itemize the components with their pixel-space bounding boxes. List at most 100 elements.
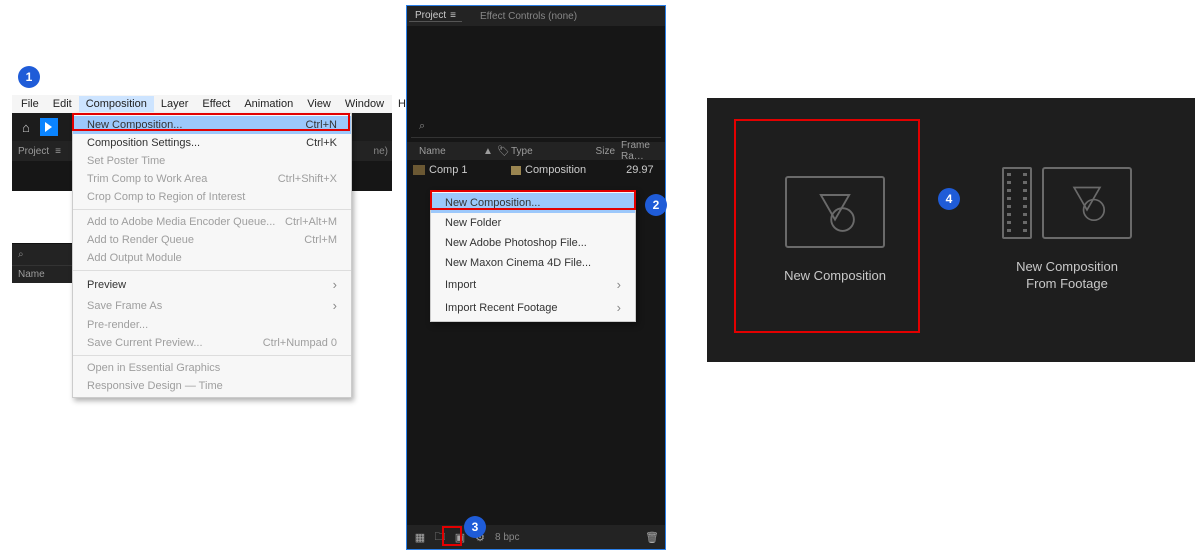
submenu-arrow-icon [617, 300, 621, 315]
ctx-import[interactable]: Import [431, 273, 635, 296]
label-line2: From Footage [1026, 276, 1108, 291]
menuitem-label: Crop Comp to Region of Interest [87, 191, 245, 203]
menu-file[interactable]: File [14, 96, 46, 112]
menuitem-shortcut: Ctrl+Numpad 0 [263, 337, 337, 349]
submenu-arrow-icon [333, 277, 337, 292]
menuitem-shortcut: Ctrl+K [306, 137, 337, 149]
menuitem-responsive-design: Responsive Design — Time [73, 377, 351, 395]
home-icon[interactable]: ⌂ [16, 118, 36, 137]
col-frame-rate[interactable]: Frame Ra… [615, 140, 659, 162]
new-composition-art [785, 176, 885, 248]
col-name[interactable]: Name [413, 146, 483, 157]
menu-composition[interactable]: Composition [79, 96, 154, 112]
panel-menu-icon[interactable]: ≡ [450, 10, 456, 21]
menuitem-label: Add Output Module [87, 252, 182, 264]
filmstrip-icon [1002, 167, 1032, 239]
project-column-header: Name ▲ 🏷 Type Size Frame Ra… [407, 142, 665, 160]
col-size[interactable]: Size [581, 146, 615, 157]
menuitem-label: Add to Adobe Media Encoder Queue... [87, 216, 275, 228]
menuitem-label: Import [445, 279, 476, 291]
step-badge-4: 4 [938, 188, 960, 210]
label-column-icon[interactable]: 🏷 [497, 146, 511, 157]
menuitem-new-composition[interactable]: New Composition... Ctrl+N [73, 116, 351, 134]
ctx-new-photoshop[interactable]: New Adobe Photoshop File... [431, 233, 635, 253]
menu-view[interactable]: View [300, 96, 338, 112]
menuitem-label: New Composition... [87, 119, 182, 131]
label-line1: New Composition [1016, 259, 1118, 274]
menuitem-label: Save Frame As [87, 300, 162, 312]
composition-dropdown: New Composition... Ctrl+N Composition Se… [72, 113, 352, 398]
project-thumbnail-area [407, 26, 665, 116]
tab-project[interactable]: Project [415, 10, 446, 21]
menu-animation[interactable]: Animation [237, 96, 300, 112]
panel-menu-icon[interactable]: ≡ [55, 146, 60, 157]
menuitem-label: Trim Comp to Work Area [87, 173, 207, 185]
menuitem-label: New Adobe Photoshop File... [445, 237, 587, 249]
menuitem-preview[interactable]: Preview [73, 274, 351, 295]
menu-layer[interactable]: Layer [154, 96, 196, 112]
menuitem-composition-settings[interactable]: Composition Settings... Ctrl+K [73, 134, 351, 152]
menu-effect[interactable]: Effect [195, 96, 237, 112]
menu-separator [73, 270, 351, 271]
menuitem-save-frame-as: Save Frame As [73, 295, 351, 316]
toolbar-remainder [352, 113, 392, 141]
menuitem-label: Pre-render... [87, 319, 148, 331]
menuitem-label: New Composition... [445, 197, 540, 209]
menuitem-label: Save Current Preview... [87, 337, 203, 349]
menuitem-label: Composition Settings... [87, 137, 200, 149]
sort-asc-icon[interactable]: ▲ [483, 146, 497, 157]
submenu-arrow-icon [617, 277, 621, 292]
panel-start-screen: New Composition New Composition From Foo… [707, 98, 1195, 362]
menuitem-shortcut: Ctrl+Alt+M [285, 216, 337, 228]
ctx-new-c4d[interactable]: New Maxon Cinema 4D File... [431, 253, 635, 273]
card-new-composition-from-footage[interactable]: New Composition From Footage [979, 132, 1155, 328]
tab-effect-controls[interactable]: Effect Controls (none) [480, 11, 577, 22]
project-context-menu: New Composition... New Folder New Adobe … [430, 190, 636, 322]
play-icon[interactable] [40, 118, 58, 136]
step-badge-2: 2 [645, 194, 667, 216]
project-search[interactable]: ⌕ [411, 116, 661, 138]
menuitem-label: Import Recent Footage [445, 302, 558, 314]
project-item-row[interactable]: Comp 1 Composition 29.97 [407, 160, 665, 180]
tabbar-remainder: ne) [352, 141, 392, 161]
submenu-arrow-icon [333, 298, 337, 313]
card-label: New Composition From Footage [1016, 259, 1118, 293]
col-type[interactable]: Type [511, 146, 581, 157]
menuitem-label: Set Poster Time [87, 155, 165, 167]
ctx-new-folder[interactable]: New Folder [431, 213, 635, 233]
search-icon: ⌕ [419, 120, 425, 133]
menuitem-shortcut: Ctrl+N [306, 119, 337, 131]
search-icon: ⌕ [18, 249, 24, 260]
menu-edit[interactable]: Edit [46, 96, 79, 112]
ctx-new-composition[interactable]: New Composition... [431, 193, 635, 213]
project-search[interactable]: ⌕ [12, 243, 72, 265]
menuitem-save-current-preview: Save Current Preview... Ctrl+Numpad 0 [73, 334, 351, 352]
menuitem-shortcut: Ctrl+Shift+X [278, 173, 337, 185]
card-label: New Composition [784, 268, 886, 285]
menuitem-shortcut: Ctrl+M [304, 234, 337, 246]
ctx-import-recent[interactable]: Import Recent Footage [431, 296, 635, 319]
type-icon [511, 166, 521, 175]
step-badge-3: 3 [464, 516, 486, 538]
step-badge-1: 1 [18, 66, 40, 88]
menuitem-crop-comp: Crop Comp to Region of Interest [73, 188, 351, 206]
menu-separator [73, 209, 351, 210]
card-new-composition[interactable]: New Composition [747, 132, 923, 328]
composition-icon [413, 165, 425, 175]
project-tab[interactable]: Project [18, 146, 49, 157]
from-footage-art [1002, 167, 1132, 239]
new-folder-icon[interactable]: 🗀 [431, 528, 449, 546]
menuitem-render-queue: Add to Render QueueCtrl+M [73, 231, 351, 249]
menuitem-label: New Folder [445, 217, 501, 229]
menuitem-pre-render: Pre-render... [73, 316, 351, 334]
project-column-name[interactable]: Name [12, 265, 72, 283]
menuitem-essential-graphics: Open in Essential Graphics [73, 359, 351, 377]
bpc-indicator[interactable]: 8 bpc [495, 532, 519, 543]
menu-separator [73, 355, 351, 356]
item-type: Composition [525, 164, 586, 176]
menuitem-add-output-module: Add Output Module [73, 249, 351, 267]
delete-icon[interactable]: 🗑 [643, 528, 661, 546]
interpret-footage-icon[interactable]: ▦ [411, 528, 429, 546]
menu-window[interactable]: Window [338, 96, 391, 112]
item-frame-rate: 29.97 [620, 164, 659, 176]
